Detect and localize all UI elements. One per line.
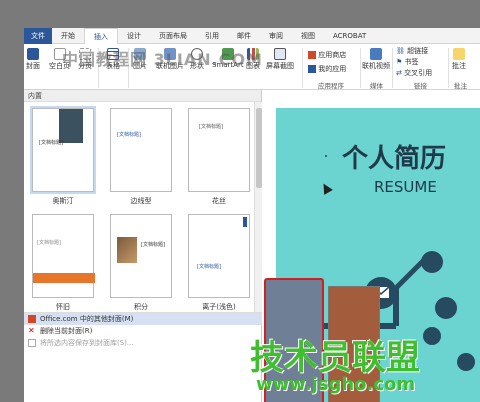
separator	[360, 48, 361, 88]
bookmark-button[interactable]: ⚑ 书签	[396, 57, 419, 67]
cover-label: 怀旧	[56, 303, 70, 311]
tab-design[interactable]: 设计	[118, 28, 150, 44]
tab-file[interactable]: 文件	[24, 28, 52, 44]
cover-title-text: [文档标题]	[199, 124, 223, 130]
online-video-button[interactable]: 联机视频	[362, 48, 390, 71]
person-bubble-icon	[423, 327, 441, 345]
cover-retrospect[interactable]: [文档标题]	[32, 214, 95, 298]
cover-accent-bar	[33, 273, 95, 283]
tab-view[interactable]: 视图	[292, 28, 324, 44]
screenshot-button[interactable]: 屏幕截图	[266, 48, 294, 71]
cross-ref-icon: ⇄	[396, 69, 402, 77]
bookmark-icon: ⚑	[396, 58, 403, 66]
tab-acrobat[interactable]: ACROBAT	[324, 28, 375, 44]
app-store-button[interactable]: 应用商店	[308, 50, 346, 60]
apps-icon	[308, 65, 316, 73]
cover-label: 封面	[26, 62, 40, 70]
cover-button[interactable]: 封面	[26, 48, 40, 71]
group-apps-label: 应用程序	[318, 82, 344, 90]
video-icon	[370, 48, 382, 60]
online-video-label: 联机视频	[362, 62, 390, 70]
gallery-header: 内置	[24, 90, 261, 102]
cover-title-text: [文档标题]	[197, 264, 221, 270]
store-icon	[308, 51, 316, 59]
cover-filigree[interactable]: [文档标题]	[188, 108, 250, 192]
cover-title-text: [文档标题]	[117, 132, 141, 138]
share-bubble-icon	[435, 297, 457, 319]
cover-thumbnails: [文档标题] 奥斯汀 [文档标题] 边线型 [文档标题] 花丝 [文档标题] 怀…	[24, 104, 254, 312]
separator	[448, 48, 449, 88]
scroll-thumb[interactable]	[256, 108, 262, 188]
hyperlink-label: 超链接	[407, 47, 429, 55]
save-selection-label: 将所选内容保存到封面库(S)...	[40, 339, 134, 347]
screenshot-label: 屏幕截图	[266, 62, 294, 70]
tab-references[interactable]: 引用	[196, 28, 228, 44]
tab-insert[interactable]: 插入	[84, 28, 118, 44]
cover-label: 边线型	[130, 197, 152, 205]
delete-icon: ✕	[28, 326, 35, 335]
tab-layout[interactable]: 页面布局	[150, 28, 196, 44]
remove-cover-label: 删除当前封面(R)	[40, 327, 93, 335]
my-apps-button[interactable]: 我的应用	[308, 64, 346, 74]
ribbon-tabs: 文件 开始 插入 设计 页面布局 引用 邮件 审阅 视图 ACROBAT	[24, 28, 480, 44]
cover-photo	[117, 237, 137, 263]
cover-label: 积分	[134, 303, 148, 311]
group-links-label: 链接	[414, 82, 427, 90]
cover-preview-block	[59, 109, 83, 143]
cursor-mark	[325, 155, 327, 157]
cover-title-text: [文档标题]	[37, 240, 61, 246]
link-bubble-icon	[421, 251, 443, 273]
tab-review[interactable]: 审阅	[260, 28, 292, 44]
group-media-label: 媒体	[370, 82, 383, 90]
save-selection-item[interactable]: 将所选内容保存到封面库(S)...	[24, 337, 262, 349]
hyperlink-button[interactable]: ⛓ 超链接	[396, 46, 428, 56]
comment-icon	[453, 48, 465, 60]
cover-accent-bar	[243, 217, 247, 227]
cover-integral[interactable]: [文档标题]	[110, 214, 172, 298]
cover-austin[interactable]: [文档标题]	[30, 106, 96, 194]
tab-home[interactable]: 开始	[52, 28, 84, 44]
save-gallery-icon	[28, 339, 36, 347]
cross-ref-label: 交叉引用	[404, 69, 433, 77]
screenshot-icon	[274, 48, 286, 60]
logo-watermark: 技术员联盟	[250, 338, 420, 378]
separator	[392, 48, 393, 88]
cover-title-text: [文档标题]	[141, 242, 165, 248]
cloud-bubble-icon	[457, 353, 475, 371]
cover-label: 离子(浅色)	[202, 303, 236, 311]
my-apps-label: 我的应用	[318, 65, 347, 73]
app-store-label: 应用商店	[318, 51, 347, 59]
url-watermark: www.jsgho.com	[256, 374, 416, 395]
separator	[302, 48, 303, 88]
cover-label: 奥斯汀	[52, 197, 74, 205]
more-covers-item[interactable]: Office.com 中的其他封面(M)	[24, 313, 262, 325]
gallery-menu: Office.com 中的其他封面(M) ✕ 删除当前封面(R) 将所选内容保存…	[24, 312, 262, 352]
more-covers-label: Office.com 中的其他封面(M)	[40, 315, 134, 323]
cover-sideline[interactable]: [文档标题]	[110, 108, 172, 192]
link-icon: ⛓	[396, 47, 405, 55]
remove-cover-item[interactable]: ✕ 删除当前封面(R)	[24, 325, 262, 337]
cover-ion-light[interactable]: [文档标题]	[188, 214, 250, 298]
tab-mailings[interactable]: 邮件	[228, 28, 260, 44]
cover-title-text: [文档标题]	[39, 140, 63, 146]
gallery-scrollbar[interactable]	[254, 102, 262, 316]
office-icon	[28, 315, 36, 323]
cover-gallery: 内置 [文档标题] 奥斯汀 [文档标题] 边线型 [文档标题] 花丝 [文档标题…	[24, 90, 262, 402]
cover-page-icon	[27, 48, 39, 60]
group-comments-label: 批注	[454, 82, 467, 90]
cover-label: 花丝	[212, 197, 226, 205]
bookmark-label: 书签	[404, 58, 419, 66]
cross-ref-button[interactable]: ⇄ 交叉引用	[396, 68, 432, 78]
comment-label: 批注	[452, 62, 466, 70]
top-watermark: 中国教程网 3LIAN.COM	[62, 50, 263, 69]
comment-button[interactable]: 批注	[452, 48, 466, 71]
